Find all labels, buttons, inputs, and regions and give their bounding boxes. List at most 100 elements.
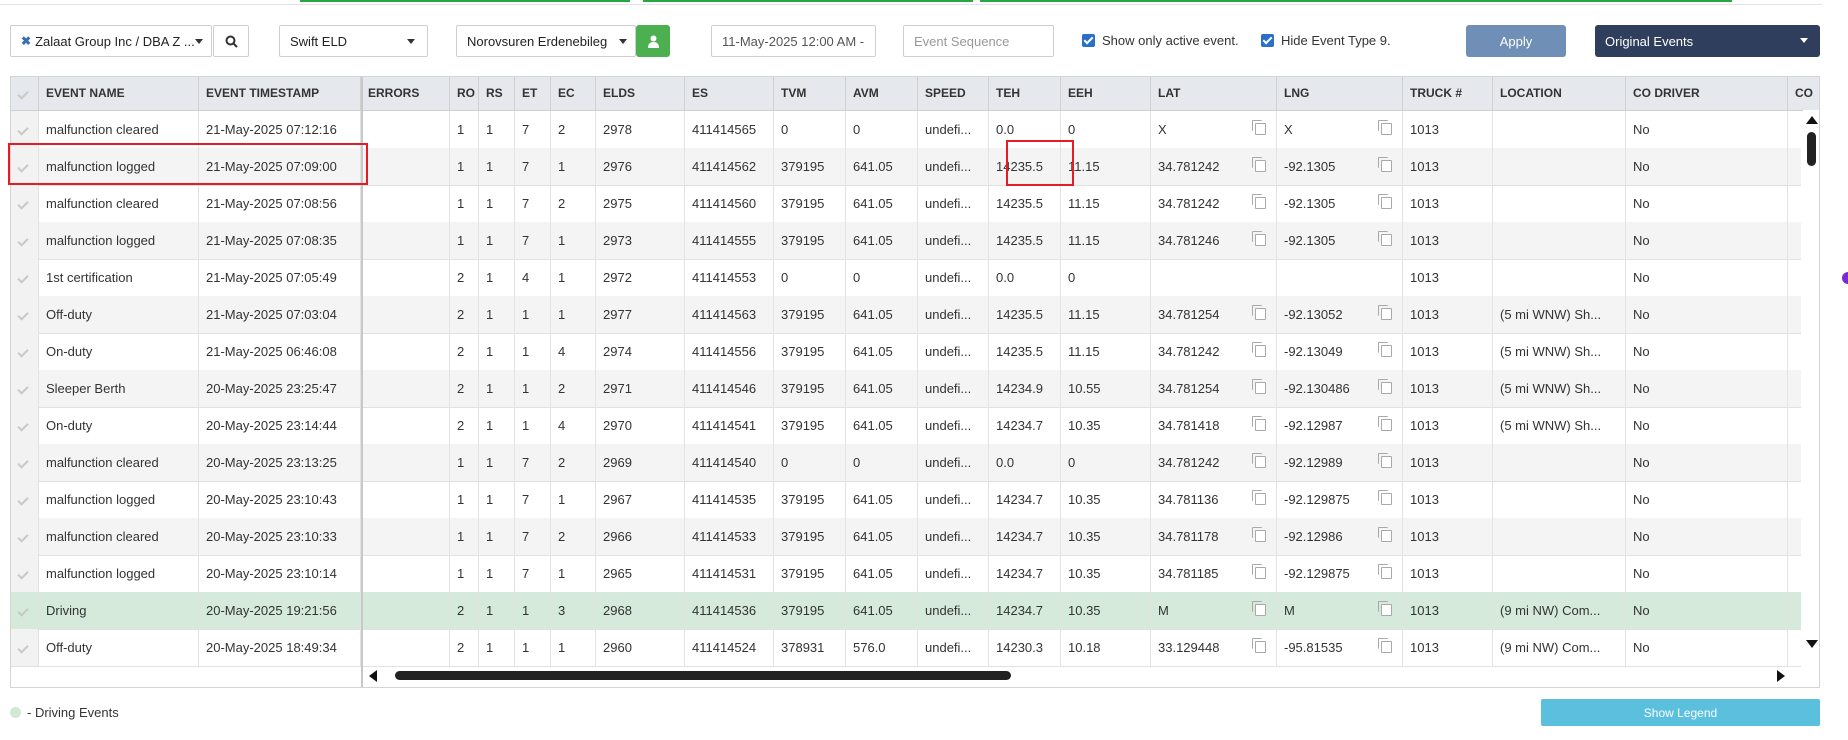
row-select-cell[interactable] [11, 518, 39, 555]
column-header-es[interactable]: ES [685, 77, 774, 110]
copy-icon[interactable] [1378, 120, 1392, 135]
column-header-tvm[interactable]: TVM [774, 77, 846, 110]
row-select-cell[interactable] [11, 629, 39, 666]
apply-button[interactable]: Apply [1466, 25, 1566, 57]
table-row[interactable]: malfunction cleared 20-May-2025 23:10:33 1… [11, 518, 1801, 556]
table-row[interactable]: On-duty 20-May-2025 23:14:44 2 1 1 4 2970 41141… [11, 407, 1801, 445]
copy-icon[interactable] [1378, 342, 1392, 357]
row-select-cell[interactable] [11, 259, 39, 296]
check-icon[interactable] [17, 161, 29, 173]
table-row[interactable]: Off-duty 20-May-2025 18:49:34 2 1 1 1 2960 4114… [11, 629, 1801, 667]
copy-icon[interactable] [1252, 527, 1266, 542]
copy-icon[interactable] [1252, 638, 1266, 653]
column-header-errors[interactable]: ERRORS [361, 77, 450, 110]
show-legend-button[interactable]: Show Legend [1541, 699, 1820, 726]
copy-icon[interactable] [1378, 527, 1392, 542]
copy-icon[interactable] [1252, 379, 1266, 394]
copy-icon[interactable] [1378, 157, 1392, 172]
row-select-cell[interactable] [11, 481, 39, 518]
row-select-cell[interactable] [11, 444, 39, 481]
table-row[interactable]: malfunction logged 21-May-2025 07:09:00 1 1… [11, 148, 1801, 186]
event-sequence-input[interactable]: Event Sequence [903, 25, 1054, 57]
company-search-button[interactable] [213, 25, 249, 57]
eld-provider-select[interactable]: Swift ELD [279, 25, 428, 57]
row-select-cell[interactable] [11, 185, 39, 222]
column-header-rs[interactable]: RS [479, 77, 515, 110]
table-row[interactable]: malfunction cleared 21-May-2025 07:08:56 1… [11, 185, 1801, 223]
copy-icon[interactable] [1252, 120, 1266, 135]
check-icon[interactable] [17, 605, 29, 617]
column-header-truck[interactable]: TRUCK # [1403, 77, 1493, 110]
table-row[interactable]: malfunction logged 20-May-2025 23:10:43 1 1… [11, 481, 1801, 519]
table-row[interactable]: Sleeper Berth 20-May-2025 23:25:47 2 1 1 2 297… [11, 370, 1801, 408]
event-mode-select[interactable]: Original Events [1595, 25, 1820, 57]
row-select-cell[interactable] [11, 222, 39, 259]
check-icon[interactable] [17, 88, 29, 100]
checkbox-checked-icon[interactable] [1082, 34, 1095, 47]
column-header-speed[interactable]: SPEED [918, 77, 989, 110]
column-header-ro[interactable]: RO [450, 77, 479, 110]
row-select-cell[interactable] [11, 148, 39, 185]
copy-icon[interactable] [1252, 342, 1266, 357]
copy-icon[interactable] [1378, 194, 1392, 209]
table-row[interactable]: Off-duty 21-May-2025 07:03:04 2 1 1 1 2977 4114… [11, 296, 1801, 334]
scroll-down-arrow-icon[interactable] [1806, 640, 1818, 648]
vertical-scroll-thumb[interactable] [1807, 132, 1816, 166]
driver-select[interactable]: Norovsuren Erdenebileg [456, 25, 636, 57]
column-header-event-timestamp[interactable]: EVENT TIMESTAMP [199, 77, 361, 110]
column-header-eeh[interactable]: EEH [1061, 77, 1151, 110]
check-icon[interactable] [17, 457, 29, 469]
check-icon[interactable] [17, 494, 29, 506]
copy-icon[interactable] [1378, 231, 1392, 246]
column-header-teh[interactable]: TEH [989, 77, 1061, 110]
check-icon[interactable] [17, 309, 29, 321]
company-select[interactable]: ✖ Zalaat Group Inc / DBA Z ... [10, 25, 212, 57]
copy-icon[interactable] [1252, 490, 1266, 505]
date-range-input[interactable]: 11-May-2025 12:00 AM - [711, 25, 876, 57]
copy-icon[interactable] [1252, 416, 1266, 431]
copy-icon[interactable] [1252, 305, 1266, 320]
hide-type9-checkbox[interactable]: Hide Event Type 9. [1261, 33, 1391, 48]
column-header-co[interactable]: CO [1788, 77, 1819, 110]
copy-icon[interactable] [1378, 601, 1392, 616]
check-icon[interactable] [17, 383, 29, 395]
scroll-up-arrow-icon[interactable] [1806, 116, 1818, 124]
copy-icon[interactable] [1252, 453, 1266, 468]
check-icon[interactable] [17, 272, 29, 284]
copy-icon[interactable] [1252, 564, 1266, 579]
scroll-right-arrow-icon[interactable] [1777, 670, 1785, 682]
checkbox-checked-icon[interactable] [1261, 34, 1274, 47]
copy-icon[interactable] [1378, 416, 1392, 431]
row-select-cell[interactable] [11, 555, 39, 592]
check-icon[interactable] [17, 420, 29, 432]
column-header-et[interactable]: ET [515, 77, 551, 110]
column-header-event-name[interactable]: EVENT NAME [39, 77, 199, 110]
column-header-lat[interactable]: LAT [1151, 77, 1277, 110]
row-select-cell[interactable] [11, 370, 39, 407]
row-select-cell[interactable] [11, 592, 39, 629]
column-header-avm[interactable]: AVM [846, 77, 918, 110]
check-icon[interactable] [17, 198, 29, 210]
row-select-cell[interactable] [11, 111, 39, 148]
column-header-elds[interactable]: ELDS [596, 77, 685, 110]
copy-icon[interactable] [1252, 157, 1266, 172]
check-icon[interactable] [17, 124, 29, 136]
table-row[interactable]: malfunction cleared 20-May-2025 23:13:25 1… [11, 444, 1801, 482]
show-active-checkbox[interactable]: Show only active event. [1082, 33, 1239, 48]
table-row[interactable]: On-duty 21-May-2025 06:46:08 2 1 1 4 2974 41141… [11, 333, 1801, 371]
table-row[interactable]: 1st certification 21-May-2025 07:05:49 2 1 4… [11, 259, 1801, 297]
clear-icon[interactable]: ✖ [21, 34, 31, 48]
row-select-cell[interactable] [11, 407, 39, 444]
check-icon[interactable] [17, 235, 29, 247]
copy-icon[interactable] [1378, 379, 1392, 394]
horizontal-scrollbar[interactable] [363, 667, 1803, 683]
select-all-header[interactable] [11, 77, 39, 110]
scroll-left-arrow-icon[interactable] [369, 670, 377, 682]
table-row[interactable]: malfunction logged 21-May-2025 07:08:35 1 1… [11, 222, 1801, 260]
horizontal-scroll-thumb[interactable] [395, 671, 1011, 680]
copy-icon[interactable] [1252, 194, 1266, 209]
row-select-cell[interactable] [11, 333, 39, 370]
copy-icon[interactable] [1378, 564, 1392, 579]
row-select-cell[interactable] [11, 296, 39, 333]
check-icon[interactable] [17, 531, 29, 543]
